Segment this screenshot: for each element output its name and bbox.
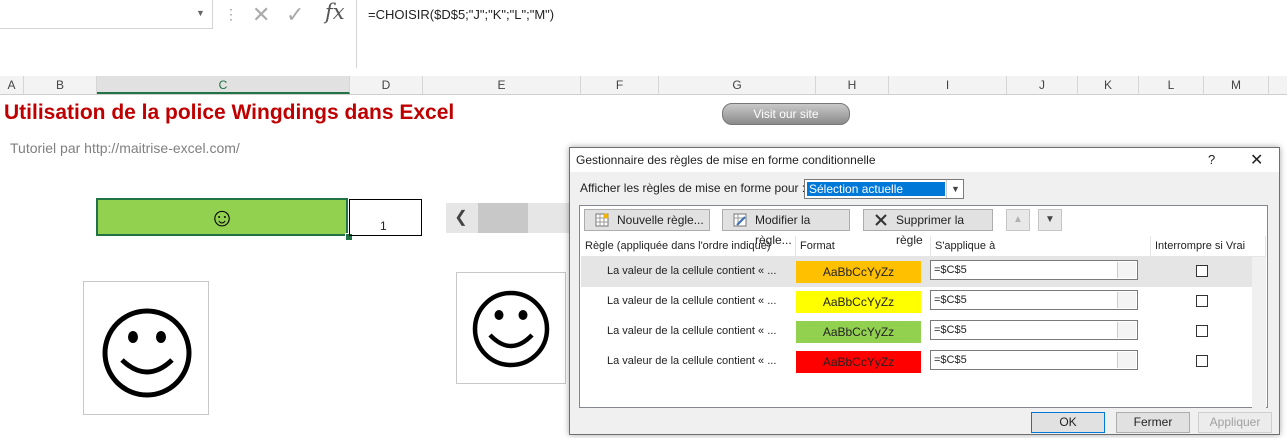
stop-if-true-checkbox[interactable] (1196, 325, 1208, 337)
stop-column-header[interactable]: Interrompre si Vrai (1151, 236, 1266, 256)
apply-button[interactable]: Appliquer (1198, 412, 1272, 433)
rule-row[interactable]: La valeur de la cellule contient « ... A… (581, 287, 1253, 317)
format-preview: AaBbCcYyZz (796, 351, 921, 373)
column-header-g[interactable]: G (659, 76, 816, 94)
format-preview: AaBbCcYyZz (796, 261, 921, 283)
smiley-cell-c5[interactable]: ☺ (96, 198, 348, 236)
stop-if-true-checkbox[interactable] (1196, 265, 1208, 277)
edit-rule-button[interactable]: Modifier la règle... (722, 209, 850, 247)
show-rules-label: Afficher les règles de mise en forme pou… (580, 181, 806, 195)
rule-column-header[interactable]: Règle (appliquée dans l'ordre indiqué) (581, 236, 796, 256)
cancel-formula-icon[interactable]: ✕ (252, 2, 270, 28)
scroll-left-arrow-icon[interactable]: ❮ (446, 203, 476, 233)
visit-site-button[interactable]: Visit our site (722, 103, 850, 125)
range-select-icon[interactable] (1117, 352, 1136, 368)
formula-bar-divider (356, 0, 357, 68)
stop-if-true-checkbox[interactable] (1196, 295, 1208, 307)
column-headers: A B C D E F G H I J K L M (0, 76, 1287, 95)
column-header-l[interactable]: L (1139, 76, 1204, 94)
format-preview: AaBbCcYyZz (796, 291, 921, 313)
help-icon[interactable]: ? (1208, 152, 1215, 167)
sheet-title[interactable]: Utilisation de la police Wingdings dans … (4, 101, 454, 125)
rules-header: Règle (appliquée dans l'ordre indiqué) F… (581, 236, 1266, 257)
new-rule-icon (595, 213, 609, 227)
applies-to-value: =$C$5 (934, 354, 967, 366)
applies-to-value: =$C$5 (934, 294, 967, 306)
ok-button[interactable]: OK (1031, 412, 1105, 433)
name-box[interactable] (0, 0, 213, 29)
column-header-c[interactable]: C (97, 76, 350, 94)
sheet-subtitle[interactable]: Tutoriel par http://maitrise-excel.com/ (10, 140, 240, 156)
name-box-dropdown-icon[interactable]: ▼ (196, 8, 205, 18)
rule-row[interactable]: La valeur de la cellule contient « ... A… (581, 317, 1253, 347)
new-rule-button[interactable]: Nouvelle règle... (584, 209, 710, 231)
rules-scrollbar[interactable] (1252, 257, 1266, 408)
smiley-face-icon (472, 290, 550, 368)
format-preview: AaBbCcYyZz (796, 321, 921, 343)
column-header-m[interactable]: M (1204, 76, 1269, 94)
applies-to-input[interactable]: =$C$5 (930, 350, 1138, 370)
applies-to-input[interactable]: =$C$5 (930, 260, 1138, 280)
edit-rule-icon (733, 213, 747, 227)
more-options-icon[interactable]: ⋮ (224, 6, 238, 23)
scroll-thumb[interactable] (478, 203, 528, 233)
value-cell-text: 1 (380, 219, 387, 233)
column-header-k[interactable]: K (1078, 76, 1139, 94)
formula-input[interactable]: =CHOISIR($D$5;"J";"K";"L";"M") (368, 7, 554, 22)
confirm-formula-icon[interactable]: ✓ (286, 2, 304, 28)
show-rules-value: Sélection actuelle (807, 182, 945, 196)
rule-description: La valeur de la cellule contient « ... (607, 355, 777, 367)
smiley-face-icon (102, 308, 192, 398)
chevron-down-icon[interactable]: ▼ (946, 180, 964, 198)
smiley-image-1[interactable] (83, 281, 209, 415)
applies-column-header[interactable]: S'applique à (931, 236, 1151, 256)
rule-row[interactable]: La valeur de la cellule contient « ... A… (581, 347, 1253, 377)
range-select-icon[interactable] (1117, 292, 1136, 308)
applies-to-value: =$C$5 (934, 324, 967, 336)
range-select-icon[interactable] (1117, 262, 1136, 278)
column-header-d[interactable]: D (350, 76, 423, 94)
rule-description: La valeur de la cellule contient « ... (607, 265, 777, 277)
applies-to-value: =$C$5 (934, 264, 967, 276)
column-header-f[interactable]: F (581, 76, 659, 94)
show-rules-select[interactable]: Sélection actuelle ▼ (804, 179, 964, 199)
rules-list: Nouvelle règle... Modifier la règle... S… (579, 205, 1268, 408)
formula-bar: ▼ ⋮ ✕ ✓ fx =CHOISIR($D$5;"J";"K";"L";"M"… (0, 0, 1287, 68)
move-down-icon[interactable]: ▼ (1038, 209, 1062, 231)
column-header-h[interactable]: H (816, 76, 889, 94)
close-icon[interactable]: ✕ (1250, 150, 1263, 170)
delete-rule-button[interactable]: Supprimer la règle (863, 209, 993, 247)
rule-description: La valeur de la cellule contient « ... (607, 325, 777, 337)
column-header-a[interactable]: A (0, 76, 24, 94)
new-rule-label: Nouvelle règle... (617, 213, 704, 227)
dialog-title: Gestionnaire des règles de mise en forme… (576, 153, 876, 167)
dialog-titlebar[interactable]: Gestionnaire des règles de mise en forme… (570, 148, 1279, 172)
rule-description: La valeur de la cellule contient « ... (607, 295, 777, 307)
move-up-icon[interactable]: ▲ (1006, 209, 1030, 231)
range-select-icon[interactable] (1117, 322, 1136, 338)
smiley-image-2[interactable] (456, 272, 566, 384)
rule-row[interactable]: La valeur de la cellule contient « ... A… (581, 257, 1253, 287)
applies-to-input[interactable]: =$C$5 (930, 290, 1138, 310)
applies-to-input[interactable]: =$C$5 (930, 320, 1138, 340)
conditional-formatting-dialog: Gestionnaire des règles de mise en forme… (569, 147, 1280, 435)
close-button[interactable]: Fermer (1116, 412, 1190, 433)
column-header-b[interactable]: B (24, 76, 97, 94)
column-header-e[interactable]: E (423, 76, 581, 94)
column-header-i[interactable]: I (889, 76, 1007, 94)
column-header-j[interactable]: J (1007, 76, 1078, 94)
delete-icon (875, 214, 887, 226)
insert-function-icon[interactable]: fx (325, 0, 345, 24)
format-column-header[interactable]: Format (796, 236, 931, 256)
stop-if-true-checkbox[interactable] (1196, 355, 1208, 367)
